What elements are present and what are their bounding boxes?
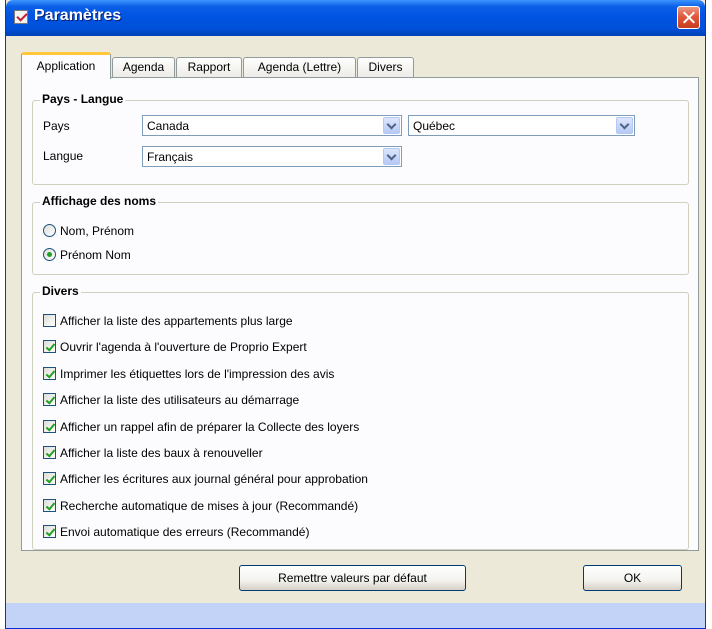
langue-label: Langue <box>43 149 84 163</box>
radio-label: Nom, Prénom <box>60 224 135 238</box>
checkbox[interactable] <box>43 314 56 327</box>
radio-button[interactable] <box>43 224 56 237</box>
langue-select[interactable]: Français <box>142 146 402 167</box>
chevron-down-icon[interactable] <box>383 148 400 165</box>
tab-divers[interactable]: Divers <box>357 57 414 78</box>
title-bar[interactable]: Paramètres <box>6 0 705 36</box>
radio-button[interactable] <box>43 248 56 261</box>
checkbox[interactable] <box>43 525 56 538</box>
status-bar <box>6 603 705 628</box>
tab-application[interactable]: Application <box>21 52 111 79</box>
reset-defaults-button[interactable]: Remettre valeurs par défaut <box>239 565 466 591</box>
chevron-down-icon[interactable] <box>383 117 400 134</box>
pays-label: Pays <box>43 119 70 133</box>
pays-select[interactable]: Canada <box>142 115 402 136</box>
radio-label: Prénom Nom <box>60 248 131 262</box>
checkbox[interactable] <box>43 420 56 433</box>
checkbox[interactable] <box>43 499 56 512</box>
checkbox[interactable] <box>43 340 56 353</box>
province-value: Québec <box>413 119 456 133</box>
group-affichage-noms: Affichage des noms Nom, Prénom Prénom No… <box>32 194 689 275</box>
tab-rapport[interactable]: Rapport <box>176 57 242 78</box>
window-title: Paramètres <box>34 7 122 24</box>
group-divers: Divers Afficher la liste des appartement… <box>32 284 689 550</box>
group-title-affichage: Affichage des noms <box>40 194 159 208</box>
checkbox[interactable] <box>43 446 56 459</box>
checkbox[interactable] <box>43 367 56 380</box>
tab-agenda[interactable]: Agenda <box>112 57 175 78</box>
checkbox-label: Afficher la liste des utilisateurs au dé… <box>60 393 300 407</box>
checkbox-label: Recherche automatique de mises à jour (R… <box>60 499 359 513</box>
checkbox-label: Imprimer les étiquettes lors de l'impres… <box>60 367 335 381</box>
checkbox-label: Afficher la liste des baux à renouveller <box>60 446 263 460</box>
tab-agenda-lettre[interactable]: Agenda (Lettre) <box>243 57 356 78</box>
checkbox-label: Afficher un rappel afin de préparer la C… <box>60 420 360 434</box>
checkbox-label: Envoi automatique des erreurs (Recommand… <box>60 525 310 539</box>
ok-button[interactable]: OK <box>583 565 682 591</box>
checkbox[interactable] <box>43 472 56 485</box>
app-icon <box>14 10 28 24</box>
parametres-dialog: Paramètres Application Agenda Rapport Ag… <box>5 0 706 629</box>
province-select[interactable]: Québec <box>408 115 635 136</box>
checkbox-label: Ouvrir l'agenda à l'ouverture de Proprio… <box>60 340 307 354</box>
checkbox[interactable] <box>43 393 56 406</box>
chevron-down-icon[interactable] <box>616 117 633 134</box>
checkbox-label: Afficher la liste des appartements plus … <box>60 314 293 328</box>
group-title-pays-langue: Pays - Langue <box>40 92 126 106</box>
group-title-divers: Divers <box>40 284 81 298</box>
checkbox-label: Afficher les écritures aux journal génér… <box>60 472 368 486</box>
langue-value: Français <box>147 150 194 164</box>
close-button[interactable] <box>677 6 700 29</box>
group-pays-langue: Pays - Langue Pays Canada Québec Langue … <box>32 92 689 185</box>
tab-panel-application: Pays - Langue Pays Canada Québec Langue … <box>21 77 699 551</box>
pays-value: Canada <box>147 119 190 133</box>
